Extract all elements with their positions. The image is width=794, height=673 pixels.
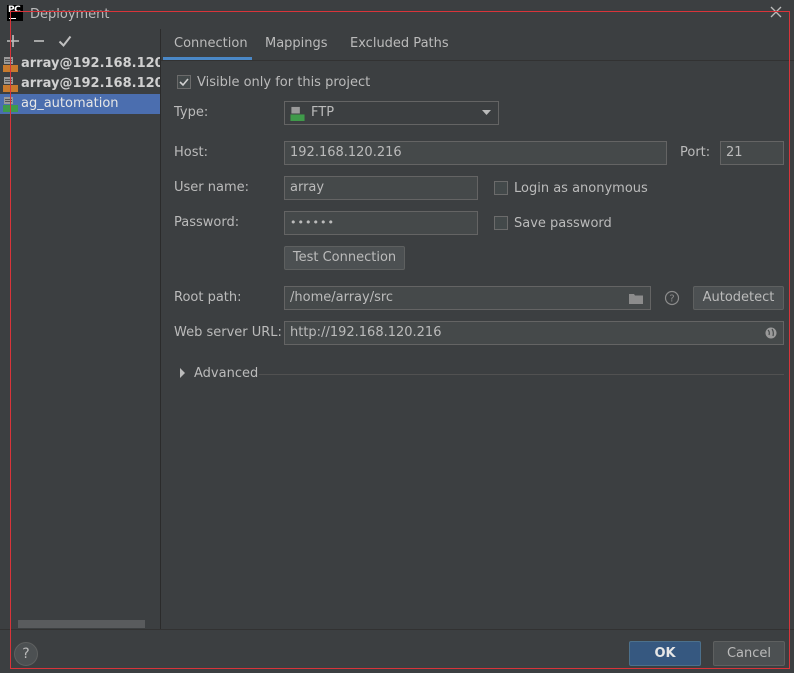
type-dropdown[interactable]: FTP <box>284 101 499 125</box>
svg-text:?: ? <box>669 294 674 305</box>
checkmark-icon <box>179 78 189 87</box>
root-path-field[interactable]: /home/array/src <box>284 286 651 310</box>
save-password-label: Save password <box>514 216 612 231</box>
globe-icon[interactable] <box>765 327 777 339</box>
ok-button[interactable]: OK <box>629 641 701 666</box>
host-label: Host: <box>174 145 208 160</box>
visible-only-label: Visible only for this project <box>197 75 371 90</box>
close-icon[interactable] <box>768 4 784 20</box>
web-url-field[interactable]: http://192.168.120.216 <box>284 321 784 345</box>
save-password-checkbox[interactable] <box>494 216 508 230</box>
pycharm-app-icon: PC <box>7 5 23 21</box>
autodetect-button[interactable]: Autodetect <box>693 286 784 310</box>
sftp-server-icon <box>3 77 18 92</box>
port-field[interactable]: 21 <box>720 141 784 165</box>
server-list-item-selected[interactable]: ag_automation <box>0 94 160 114</box>
remove-server-icon[interactable] <box>31 33 47 49</box>
horizontal-scrollbar[interactable] <box>18 620 145 628</box>
title-bar <box>0 0 794 29</box>
host-field[interactable]: 192.168.120.216 <box>284 141 667 165</box>
window-title: Deployment <box>30 7 110 22</box>
type-value: FTP <box>311 105 335 120</box>
web-url-label: Web server URL: <box>174 325 282 340</box>
server-list-item[interactable]: array@192.168.120.216: <box>0 54 160 74</box>
help-button[interactable]: ? <box>14 642 38 666</box>
test-connection-button[interactable]: Test Connection <box>284 246 405 270</box>
port-label: Port: <box>680 145 711 160</box>
chevron-down-icon <box>482 110 491 115</box>
apply-check-icon[interactable] <box>57 33 73 49</box>
advanced-section-label[interactable]: Advanced <box>194 366 258 381</box>
active-tab-indicator <box>163 57 252 60</box>
username-field[interactable]: array <box>284 176 478 200</box>
login-anonymous-label: Login as anonymous <box>514 181 648 196</box>
server-list-panel <box>0 29 161 629</box>
password-field[interactable]: •••••• <box>284 211 478 235</box>
visible-only-checkbox[interactable] <box>177 75 191 89</box>
ftp-server-icon <box>290 106 305 121</box>
tab-mappings[interactable]: Mappings <box>265 36 328 51</box>
help-question-icon[interactable]: ? <box>664 290 680 306</box>
root-path-value: /home/array/src <box>290 290 394 305</box>
server-list-item[interactable]: array@192.168.120.216: <box>0 74 160 94</box>
expand-arrow-icon[interactable] <box>179 368 186 378</box>
username-label: User name: <box>174 180 250 195</box>
sftp-server-icon <box>3 57 18 72</box>
ftp-server-icon <box>3 97 18 112</box>
type-label: Type: <box>174 105 209 120</box>
advanced-separator <box>259 374 784 375</box>
folder-icon[interactable] <box>629 293 643 304</box>
footer-separator <box>0 629 794 630</box>
login-anonymous-checkbox[interactable] <box>494 181 508 195</box>
tab-excluded-paths[interactable]: Excluded Paths <box>350 36 449 51</box>
password-label: Password: <box>174 215 240 230</box>
tab-bar <box>161 29 794 61</box>
cancel-button[interactable]: Cancel <box>713 641 785 666</box>
add-server-icon[interactable] <box>5 33 21 49</box>
tab-connection[interactable]: Connection <box>174 36 248 51</box>
web-url-value: http://192.168.120.216 <box>290 325 442 340</box>
root-path-label: Root path: <box>174 290 242 305</box>
